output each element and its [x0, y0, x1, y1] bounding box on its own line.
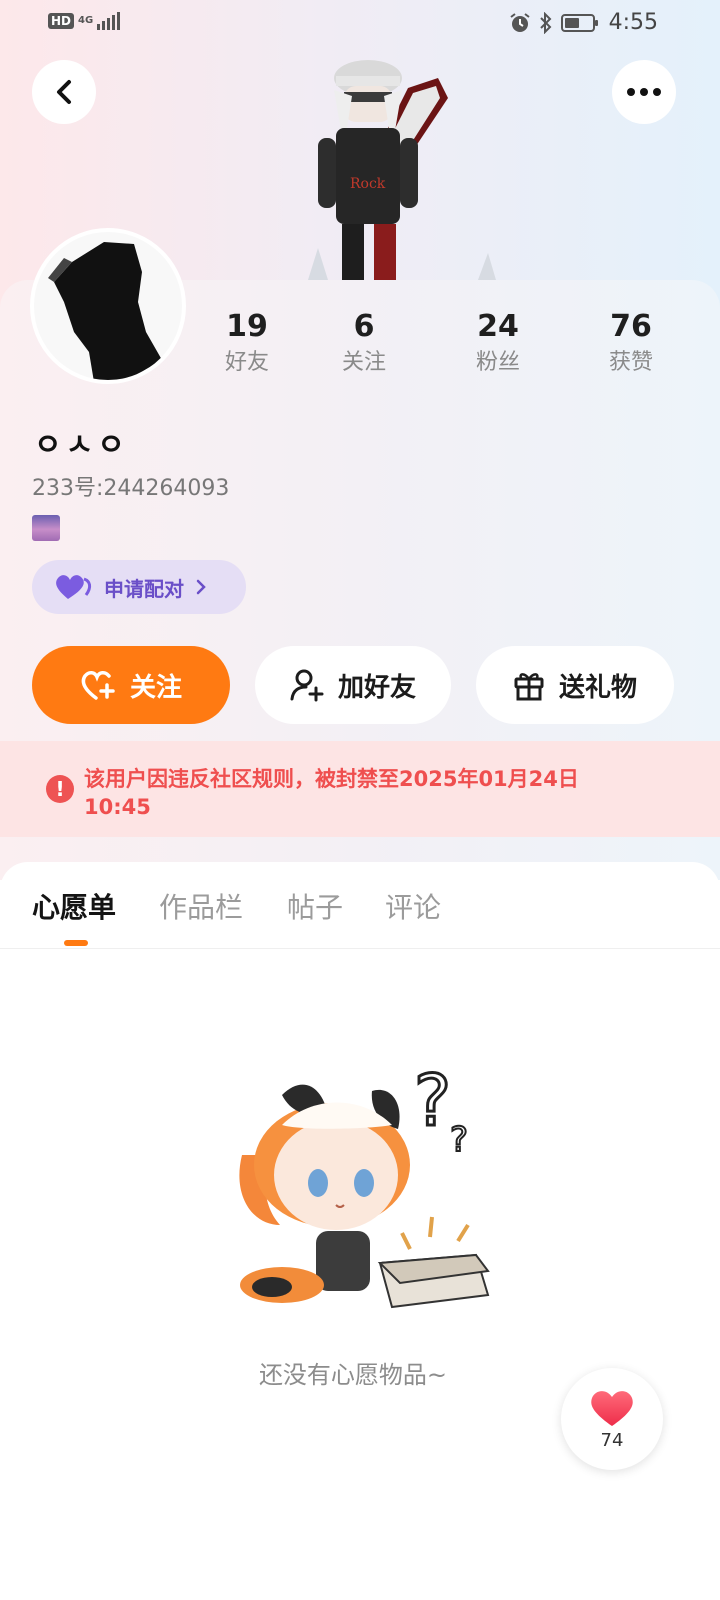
tab-bar: 心愿单 作品栏 帖子 评论	[0, 862, 720, 949]
ban-notice-text: 该用户因违反社区规则，被封禁至2025年01月24日10:45	[84, 767, 579, 819]
stat-fans[interactable]: 24 粉丝	[443, 308, 553, 380]
add-friend-label: 加好友	[337, 672, 416, 703]
stat-friends[interactable]: 19 好友	[192, 308, 302, 380]
send-gift-button[interactable]: 送礼物	[476, 646, 674, 724]
stat-value: 76	[610, 309, 652, 344]
heart-pair-icon	[56, 575, 92, 599]
heart-plus-icon	[81, 671, 115, 700]
chevron-right-icon	[196, 579, 206, 595]
add-user-icon	[290, 669, 324, 702]
avatar[interactable]	[30, 228, 186, 384]
add-friend-button[interactable]: 加好友	[255, 646, 451, 724]
stat-label: 获赞	[608, 350, 653, 375]
active-tab-indicator	[64, 940, 88, 946]
battery-icon	[560, 13, 598, 32]
warning-icon: !	[46, 775, 74, 803]
follow-button[interactable]: 关注	[32, 646, 230, 724]
nickname: ㅇㅅㅇ	[34, 428, 129, 463]
signal-icon	[97, 12, 121, 30]
avatar-image	[34, 232, 182, 380]
bluetooth-icon	[539, 11, 552, 34]
stat-label: 粉丝	[475, 350, 520, 375]
empty-state-illustration: ? ?	[239, 1059, 490, 1309]
follow-label: 关注	[129, 672, 182, 703]
user-id: 233号:244264093	[32, 476, 230, 501]
gift-label: 送礼物	[558, 672, 637, 703]
back-button[interactable]	[32, 60, 96, 124]
gift-icon	[514, 673, 544, 701]
stat-label: 关注	[341, 350, 386, 375]
stat-value: 24	[477, 309, 519, 344]
more-button[interactable]	[612, 60, 676, 124]
alarm-icon	[509, 12, 530, 32]
more-dots-icon	[627, 88, 661, 96]
chevron-left-icon	[57, 80, 71, 104]
svg-text:Rock: Rock	[350, 176, 386, 192]
request-pair-button[interactable]: 申请配对	[32, 560, 246, 614]
tab-posts[interactable]: 帖子	[287, 886, 343, 926]
hd-badge: HD	[48, 13, 75, 29]
tab-comments[interactable]: 评论	[385, 886, 441, 926]
like-count: 74	[600, 1429, 624, 1451]
ban-notice: ! 该用户因违反社区规则，被封禁至2025年01月24日10:45	[0, 741, 720, 837]
like-button[interactable]: 74	[561, 1368, 663, 1470]
city-tag-icon	[32, 515, 60, 541]
stat-label: 好友	[224, 350, 269, 375]
character-illustration: Rock	[308, 60, 496, 280]
clock: 4:55	[608, 10, 658, 35]
stat-following[interactable]: 6 关注	[309, 308, 419, 380]
heart-icon	[591, 1390, 633, 1426]
stat-value: 6	[353, 309, 375, 344]
svg-text:?: ?	[450, 1120, 468, 1160]
tab-wishlist[interactable]: 心愿单	[32, 886, 116, 926]
stat-value: 19	[226, 309, 268, 344]
tab-works[interactable]: 作品栏	[159, 886, 243, 926]
network-type: 4G	[78, 15, 94, 26]
svg-text:?: ?	[414, 1060, 451, 1142]
stat-likes[interactable]: 76 获赞	[576, 308, 686, 380]
pair-label: 申请配对	[104, 576, 184, 601]
status-bar: HD 4G 4:55	[0, 0, 720, 52]
